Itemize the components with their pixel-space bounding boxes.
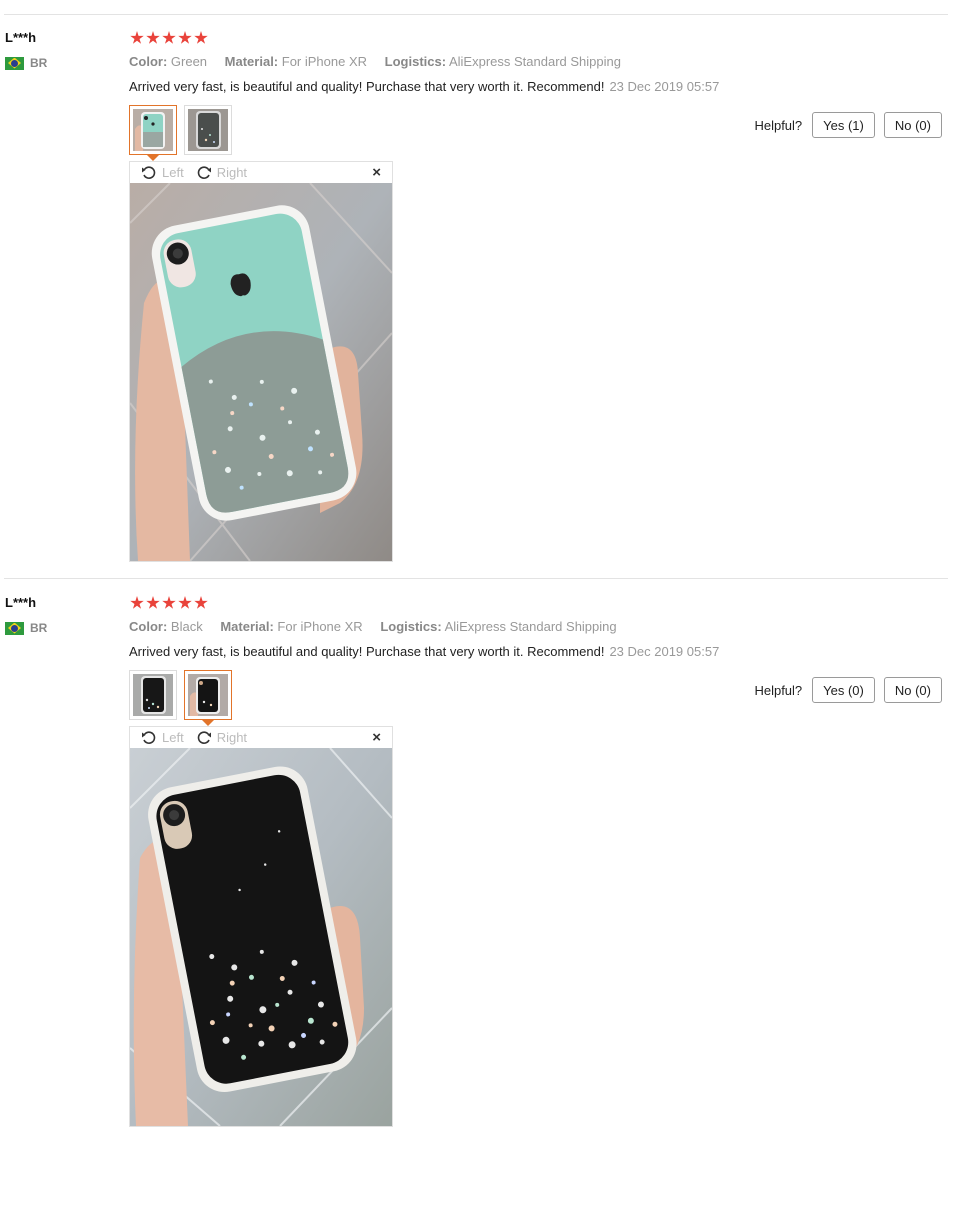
helpful-label: Helpful? xyxy=(754,682,803,698)
country-code: BR xyxy=(30,621,48,635)
rotate-left-label: Left xyxy=(162,730,184,745)
user-name: L***h xyxy=(5,595,37,610)
rotate-left-button[interactable]: Left xyxy=(141,165,184,180)
helpful-label: Helpful? xyxy=(754,117,803,133)
star-icon xyxy=(194,596,208,609)
rotate-right-button[interactable]: Right xyxy=(196,165,247,180)
photo-viewer-toolbar: Left Right × xyxy=(130,162,392,183)
rotate-left-icon xyxy=(142,731,156,744)
rotate-right-icon xyxy=(197,166,211,179)
star-icon xyxy=(178,31,192,44)
star-icon xyxy=(162,596,176,609)
attr-value-logistics: AliExpress Standard Shipping xyxy=(444,619,617,634)
brazil-flag-icon xyxy=(5,56,24,70)
photo-viewer: Left Right × xyxy=(129,726,393,1127)
close-icon[interactable]: × xyxy=(372,164,381,181)
photo-thumbnail-image xyxy=(133,109,173,151)
review-photo-thumbnail-1[interactable] xyxy=(129,105,177,155)
rotate-right-label: Right xyxy=(216,730,248,745)
attr-key-logistics: Logistics: xyxy=(384,54,447,69)
product-attributes: Color: Green Material: For iPhone XR Log… xyxy=(129,54,621,69)
star-icon xyxy=(130,31,144,44)
attr-key-logistics: Logistics: xyxy=(380,619,442,634)
rotate-right-label: Right xyxy=(216,165,248,180)
brazil-flag-icon xyxy=(5,621,24,635)
review-date: 23 Dec 2019 05:57 xyxy=(609,644,720,659)
helpful-no-button[interactable]: No (0) xyxy=(883,677,942,703)
user-name: L***h xyxy=(5,30,37,45)
attr-key-color: Color: xyxy=(129,619,168,634)
rotate-right-icon xyxy=(197,731,211,744)
attr-key-color: Color: xyxy=(129,54,168,69)
review-photo-large xyxy=(130,183,392,561)
star-icon xyxy=(162,31,176,44)
attr-value-material: For iPhone XR xyxy=(281,54,368,69)
attr-key-material: Material: xyxy=(224,54,279,69)
review-body: Arrived very fast, is beautiful and qual… xyxy=(129,644,605,659)
review-divider xyxy=(4,14,948,15)
attr-value-color: Black xyxy=(170,619,203,634)
helpful-yes-button[interactable]: Yes (0) xyxy=(812,677,875,703)
phone-case-photo xyxy=(130,183,392,561)
review-photo-thumbnail-1[interactable] xyxy=(129,670,177,720)
photo-thumbnail-image xyxy=(133,674,173,716)
rotate-right-button[interactable]: Right xyxy=(196,730,247,745)
photo-viewer-toolbar: Left Right × xyxy=(130,727,392,748)
user-country: BR xyxy=(5,56,47,70)
photo-thumbnail-image xyxy=(188,674,228,716)
review-photo-thumbnail-2[interactable] xyxy=(184,670,232,720)
attr-value-material: For iPhone XR xyxy=(277,619,363,634)
review-text: Arrived very fast, is beautiful and qual… xyxy=(129,79,719,94)
review-date: 23 Dec 2019 05:57 xyxy=(609,79,720,94)
rotate-left-icon xyxy=(142,166,156,179)
country-code: BR xyxy=(30,56,48,70)
star-rating xyxy=(130,596,208,610)
star-icon xyxy=(130,596,144,609)
helpful-yes-button[interactable]: Yes (1) xyxy=(812,112,875,138)
feedback-list: L***h BR Color: Green Material: For iPho… xyxy=(0,0,956,1209)
attr-value-color: Green xyxy=(170,54,208,69)
helpful-vote: Helpful? Yes (0) No (0) xyxy=(754,677,942,703)
helpful-no-button[interactable]: No (0) xyxy=(883,112,942,138)
review-body: Arrived very fast, is beautiful and qual… xyxy=(129,79,605,94)
star-icon xyxy=(194,31,208,44)
helpful-vote: Helpful? Yes (1) No (0) xyxy=(754,112,942,138)
star-icon xyxy=(146,596,160,609)
rotate-left-label: Left xyxy=(162,165,184,180)
attr-value-logistics: AliExpress Standard Shipping xyxy=(448,54,621,69)
star-icon xyxy=(178,596,192,609)
star-rating xyxy=(130,31,208,45)
user-country: BR xyxy=(5,621,47,635)
rotate-left-button[interactable]: Left xyxy=(141,730,184,745)
photo-viewer: Left Right × xyxy=(129,161,393,562)
review-divider xyxy=(4,578,948,579)
phone-case-photo xyxy=(130,748,392,1126)
close-icon[interactable]: × xyxy=(372,729,381,746)
photo-thumbnail-image xyxy=(188,109,228,151)
review-photo-large xyxy=(130,748,392,1126)
product-attributes: Color: Black Material: For iPhone XR Log… xyxy=(129,619,617,634)
attr-key-material: Material: xyxy=(220,619,274,634)
review-photo-thumbnail-2[interactable] xyxy=(184,105,232,155)
review-text: Arrived very fast, is beautiful and qual… xyxy=(129,644,719,659)
star-icon xyxy=(146,31,160,44)
